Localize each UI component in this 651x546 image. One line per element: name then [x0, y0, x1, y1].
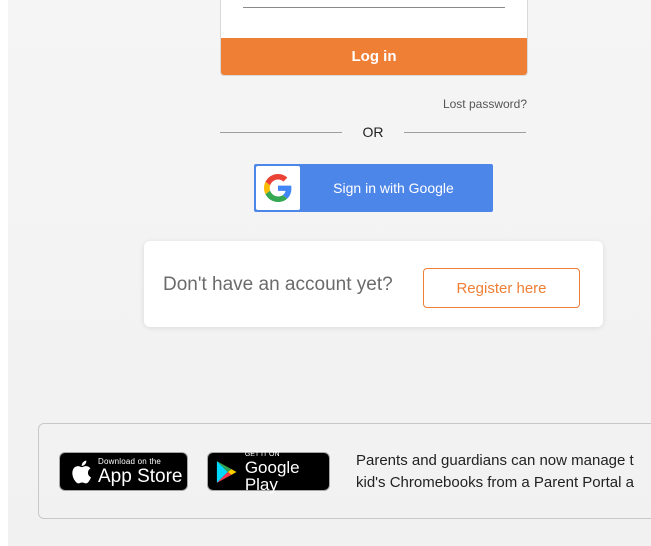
google-logo-box	[256, 166, 300, 210]
google-play-badge[interactable]: GET IT ON Google Play	[207, 451, 330, 493]
parent-portal-line-2: kid's Chromebooks from a Parent Portal a	[356, 474, 634, 491]
app-store-small-label: Download on the	[98, 456, 162, 466]
login-button[interactable]: Log in	[221, 38, 527, 75]
password-input-underline[interactable]	[243, 7, 505, 8]
divider-line-right	[404, 131, 526, 133]
google-play-big-label: Google Play	[244, 457, 300, 494]
google-play-icon	[216, 460, 237, 483]
app-store-big-label: App Store	[98, 465, 183, 487]
parent-portal-text: Parents and guardians can now manage t k…	[356, 450, 634, 494]
google-signin-button[interactable]: Sign in with Google	[254, 164, 493, 212]
app-store-badge[interactable]: Download on the App Store	[59, 452, 188, 491]
google-signin-label: Sign in with Google	[333, 180, 454, 196]
apple-icon	[72, 460, 91, 483]
or-label: OR	[362, 124, 384, 140]
or-divider: OR	[220, 122, 526, 142]
login-form-card: Log in	[220, 0, 528, 76]
register-button[interactable]: Register here	[423, 268, 580, 308]
lost-password-link[interactable]: Lost password?	[443, 97, 527, 111]
google-play-small-label: GET IT ON	[244, 450, 280, 458]
google-g-icon	[264, 174, 292, 202]
google-play-text: GET IT ON Google Play	[245, 451, 329, 493]
register-card: Don't have an account yet? Register here	[144, 241, 603, 327]
divider-line-left	[220, 131, 342, 133]
app-store-text: Download on the App Store	[98, 456, 183, 487]
apps-panel: Download on the App Store GET IT ON Goog…	[38, 423, 651, 519]
parent-portal-line-1: Parents and guardians can now manage t	[356, 452, 634, 469]
register-prompt: Don't have an account yet?	[163, 274, 393, 295]
